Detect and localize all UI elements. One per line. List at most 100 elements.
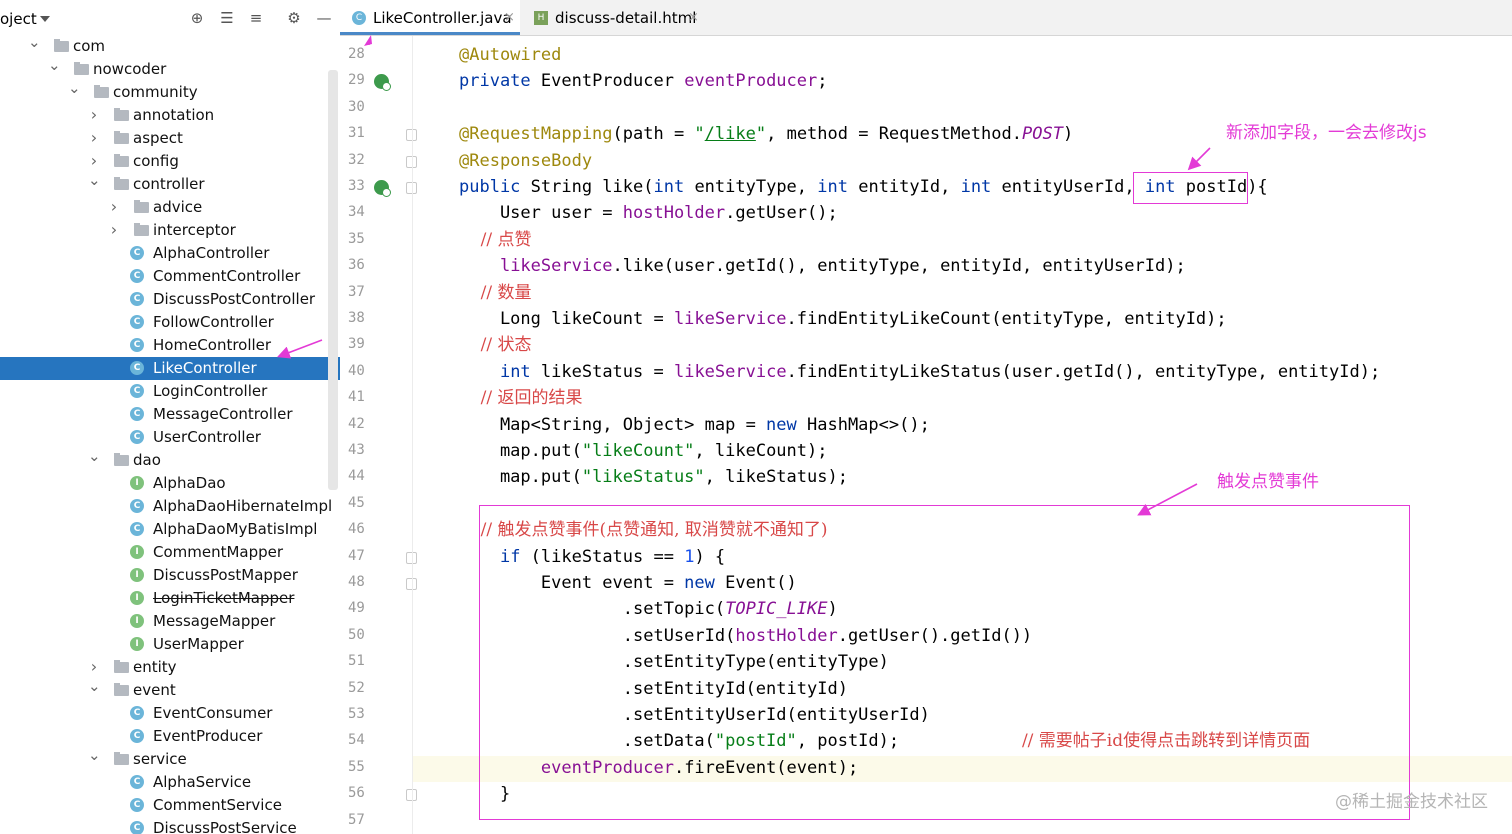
- line-number: 51: [348, 653, 365, 670]
- tree-file[interactable]: C DiscussPostService: [0, 817, 340, 834]
- tree-file[interactable]: I DiscussPostMapper: [0, 564, 340, 587]
- line-number: 52: [348, 679, 365, 696]
- chevron-right-icon[interactable]: ›: [88, 656, 100, 679]
- tree-item-label: service: [133, 750, 187, 768]
- close-icon[interactable]: ×: [688, 0, 699, 36]
- project-view-title[interactable]: oject: [0, 10, 37, 28]
- tree-folder[interactable]: ⌄ event: [0, 679, 340, 702]
- tree-item-label: CommentMapper: [153, 543, 284, 561]
- code-token: ": [755, 124, 767, 145]
- tree-file[interactable]: C AlphaService: [0, 771, 340, 794]
- line-number: 34: [348, 204, 365, 221]
- chevron-down-icon[interactable]: ⌄: [88, 748, 101, 771]
- tree-file[interactable]: C EventProducer: [0, 725, 340, 748]
- collapse-all-icon[interactable]: ≡: [247, 9, 265, 27]
- tree-folder[interactable]: › config: [0, 150, 340, 173]
- tree-file[interactable]: C DiscussPostController: [0, 288, 340, 311]
- line-number: 49: [348, 600, 365, 617]
- code-token: Map<String, Object> map =: [459, 414, 767, 435]
- code-token: map.put(: [459, 441, 582, 461]
- java-class-icon: C: [352, 11, 366, 25]
- project-toolbar: oject ⊕ ☰ ≡ ⚙ —: [0, 0, 340, 36]
- code-line: @Autowired: [459, 42, 561, 68]
- chevron-down-icon[interactable]: ⌄: [68, 81, 81, 104]
- tree-folder[interactable]: › entity: [0, 656, 340, 679]
- tree-folder[interactable]: › annotation: [0, 104, 340, 127]
- tree-file[interactable]: C UserController: [0, 426, 340, 449]
- tree-folder[interactable]: ⌄ service: [0, 748, 340, 771]
- tree-file[interactable]: C AlphaDaoMyBatisImpl: [0, 518, 340, 541]
- tab-discuss-detail[interactable]: H discuss-detail.html ×: [522, 0, 712, 35]
- chevron-down-icon[interactable]: ⌄: [88, 449, 101, 472]
- line-number: 35: [348, 230, 365, 247]
- locate-icon[interactable]: ⊕: [188, 9, 206, 27]
- tree-file[interactable]: I AlphaDao: [0, 472, 340, 495]
- tree-file[interactable]: I UserMapper: [0, 633, 340, 656]
- tree-folder[interactable]: › interceptor: [0, 219, 340, 242]
- tree-file[interactable]: C AlphaDaoHibernateImpl: [0, 495, 340, 518]
- code-token: // 数量: [459, 282, 532, 303]
- tree-item-label: aspect: [133, 129, 183, 147]
- chevron-down-icon[interactable]: [40, 16, 50, 22]
- chevron-right-icon[interactable]: ›: [88, 150, 100, 173]
- tree-folder[interactable]: › aspect: [0, 127, 340, 150]
- folder-icon: [114, 154, 129, 167]
- tree-folder[interactable]: ⌄ com: [0, 35, 340, 58]
- minimize-icon[interactable]: —: [315, 9, 333, 27]
- tree-file[interactable]: C HomeController: [0, 334, 340, 357]
- tree-file[interactable]: C CommentService: [0, 794, 340, 817]
- chevron-down-icon[interactable]: ⌄: [88, 173, 101, 196]
- tree-file[interactable]: C CommentController: [0, 265, 340, 288]
- chevron-down-icon[interactable]: ⌄: [48, 58, 61, 81]
- close-icon[interactable]: ×: [504, 0, 515, 36]
- java-class-icon: C: [130, 522, 144, 536]
- tree-file[interactable]: C LikeController: [0, 357, 340, 380]
- code-token: /like: [704, 124, 756, 145]
- spring-bean-icon[interactable]: [374, 74, 391, 92]
- tree-item-label: event: [133, 681, 176, 699]
- chevron-right-icon[interactable]: ›: [88, 127, 100, 150]
- code-token: new: [766, 414, 807, 435]
- tree-file[interactable]: C EventConsumer: [0, 702, 340, 725]
- tree-folder[interactable]: › advice: [0, 196, 340, 219]
- folder-icon: [134, 200, 149, 213]
- chevron-down-icon[interactable]: ⌄: [28, 35, 41, 58]
- tree-file[interactable]: C FollowController: [0, 311, 340, 334]
- chevron-right-icon[interactable]: ›: [108, 196, 120, 219]
- chevron-down-icon[interactable]: ⌄: [88, 679, 101, 702]
- tree-folder[interactable]: ⌄ nowcoder: [0, 58, 340, 81]
- code-line: // 数量: [459, 280, 532, 306]
- spring-bean-icon[interactable]: [374, 180, 391, 197]
- chevron-right-icon[interactable]: ›: [88, 104, 100, 127]
- tree-folder[interactable]: ⌄ dao: [0, 449, 340, 472]
- java-class-icon: C: [130, 269, 144, 283]
- java-class-icon: C: [130, 430, 144, 444]
- code-token: , likeStatus);: [704, 467, 848, 488]
- tree-item-label: CommentService: [153, 796, 282, 814]
- code-token: likeService: [499, 256, 613, 277]
- tree-file[interactable]: C LoginController: [0, 380, 340, 403]
- tree-item-label: AlphaController: [153, 244, 270, 262]
- tree-file[interactable]: C MessageController: [0, 403, 340, 426]
- line-number: 40: [348, 362, 365, 379]
- expand-all-icon[interactable]: ☰: [218, 9, 236, 27]
- tree-item-label: entity: [133, 658, 177, 676]
- tree-file[interactable]: I CommentMapper: [0, 541, 340, 564]
- interface-icon: I: [130, 476, 144, 490]
- folder-icon: [114, 660, 129, 673]
- tab-label: discuss-detail.html: [555, 9, 697, 27]
- tree-file[interactable]: I MessageMapper: [0, 610, 340, 633]
- tree-folder[interactable]: ⌄ controller: [0, 173, 340, 196]
- tree-item-label: dao: [133, 451, 161, 469]
- line-number: 31: [348, 125, 365, 142]
- tab-likecontroller[interactable]: C LikeController.java ×: [340, 0, 520, 35]
- tree-item-label: community: [113, 83, 198, 101]
- gear-icon[interactable]: ⚙: [285, 9, 303, 27]
- tree-folder[interactable]: ⌄ community: [0, 81, 340, 104]
- tree-file[interactable]: C AlphaController: [0, 242, 340, 265]
- folder-icon: [94, 85, 109, 98]
- project-scrollbar[interactable]: [328, 70, 338, 490]
- tree-file[interactable]: I LoginTicketMapper: [0, 587, 340, 610]
- chevron-right-icon[interactable]: ›: [108, 219, 120, 242]
